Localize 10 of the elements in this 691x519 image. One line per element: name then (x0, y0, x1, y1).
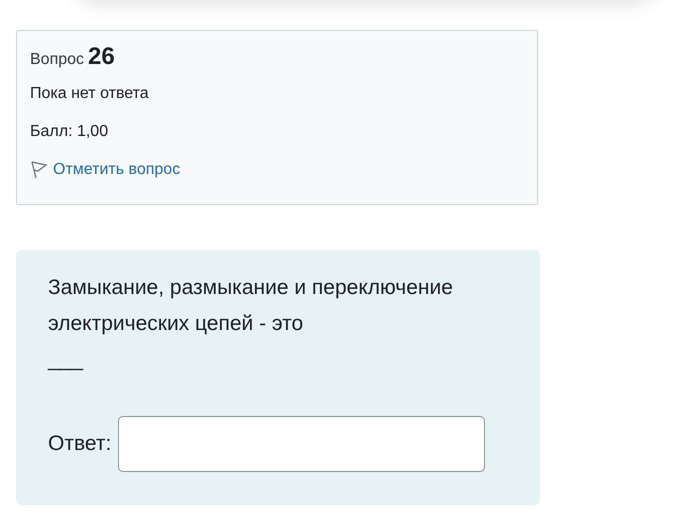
flag-question-link[interactable]: Отметить вопрос (53, 161, 180, 179)
question-text: Замыкание, размыкание и переключение электрических цепей - это (48, 275, 454, 337)
question-number: 26 (88, 43, 115, 71)
question-label: Вопрос (30, 51, 84, 69)
grade-text: Балл: 1,00 (30, 123, 110, 141)
answer-label: Ответ: (48, 432, 112, 456)
answer-status: Пока нет ответа (30, 85, 150, 103)
answer-field[interactable] (118, 416, 486, 472)
flag-icon (30, 161, 48, 179)
blank-line: ___ (48, 347, 84, 373)
